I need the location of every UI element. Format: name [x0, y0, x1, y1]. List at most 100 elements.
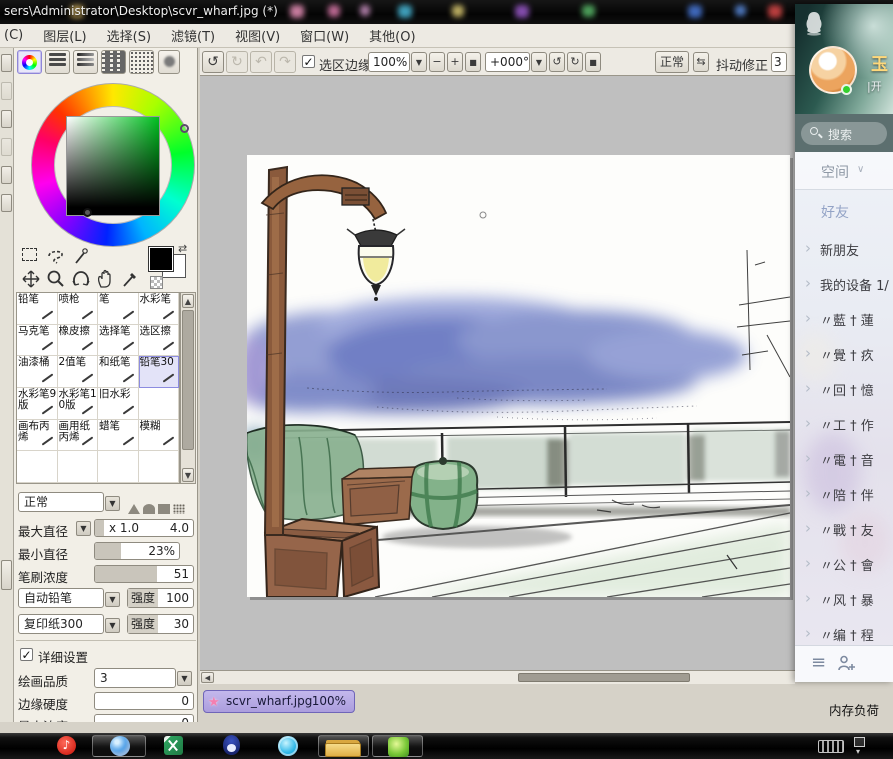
taskbar-music-icon[interactable]: ♪ [57, 736, 76, 755]
diameter-unit-button[interactable]: ▼ [76, 521, 91, 536]
taskbar-browser-button[interactable] [92, 735, 146, 757]
move-tool[interactable] [20, 269, 42, 289]
brush-item[interactable]: 马克笔 [17, 324, 58, 357]
dropdown-button[interactable]: ▼ [105, 496, 120, 511]
hsv-sliders-tab[interactable] [73, 50, 98, 74]
mini-panel-button[interactable] [1, 82, 12, 100]
qq-group[interactable]: › 我的设备 1/ [795, 267, 893, 302]
density-slider[interactable]: 51 [94, 565, 194, 583]
dropdown-button[interactable]: ▼ [177, 671, 192, 686]
brush-item[interactable]: 笔 [98, 293, 139, 325]
qq-group[interactable]: › 〃工 † 作 [795, 407, 893, 442]
dropdown-button[interactable]: ▼ [105, 592, 120, 607]
brush-item[interactable]: 油漆桶 [17, 356, 58, 388]
selection-edge-checkbox[interactable]: ✓ [302, 55, 315, 68]
texture1-strength[interactable]: 强度 100 [127, 588, 194, 608]
qq-group[interactable]: › 〃覺 † 疚 [795, 337, 893, 372]
scroll-up-button[interactable]: ▲ [182, 294, 194, 308]
edge-hardness-slider[interactable]: 0 [94, 692, 194, 710]
color-swatches-tab[interactable] [101, 50, 126, 74]
brush-item[interactable]: 2值笔 [57, 356, 98, 388]
zoom-dropdown-button[interactable]: ▼ [411, 52, 427, 72]
brush-item[interactable]: 蜡笔 [98, 419, 139, 452]
flip-canvas-button[interactable]: ⇆ [693, 52, 709, 72]
qq-group[interactable]: › 〃回 † 憶 [795, 372, 893, 407]
qq-group[interactable]: › 〃藍 † 蓮 [795, 302, 893, 337]
menu-item-filter[interactable]: 滤镜(T) [161, 24, 225, 47]
brush-slot-empty[interactable] [98, 451, 139, 483]
canvas-artwork[interactable] [235, 155, 791, 599]
zoom-tool[interactable] [45, 269, 67, 289]
rotate-reset-button[interactable]: ■ [585, 52, 601, 72]
undo-history-button[interactable]: ↶ [250, 51, 272, 73]
rotate-cw-button[interactable]: ↻ [567, 52, 583, 72]
qq-space-row[interactable]: 空间 ∨ [795, 152, 893, 190]
brush-item[interactable]: 水彩笔10版 [57, 387, 98, 420]
taskbar-media-icon[interactable] [278, 736, 298, 756]
eyedropper-tool[interactable] [120, 269, 142, 289]
main-menu-icon[interactable]: ≡ [811, 652, 826, 673]
zoom-in-button[interactable]: + [447, 52, 463, 72]
tray-caret-icon[interactable]: ▾ [856, 747, 860, 756]
zoom-reset-button[interactable]: ■ [465, 52, 481, 72]
sv-marker[interactable] [83, 208, 92, 217]
document-tab[interactable]: ★ scvr_wharf.jpg 100% [203, 690, 355, 713]
brush-item[interactable]: 旧水彩 [98, 387, 139, 420]
brush-slot-empty[interactable] [138, 387, 179, 420]
brush-blend-dropdown[interactable]: 正常 [18, 492, 104, 512]
canvas-horizontal-scrollbar[interactable]: ◀ [200, 670, 795, 684]
scroll-thumb[interactable] [518, 673, 690, 682]
foreground-color-swatch[interactable] [148, 246, 174, 272]
tray-window-icon[interactable] [854, 737, 865, 747]
quality-dropdown[interactable]: 3 [94, 668, 176, 688]
brush-slot-empty[interactable] [138, 451, 179, 483]
texture2-dropdown[interactable]: 复印纸300 [18, 614, 104, 634]
menu-item-window[interactable]: 窗口(W) [290, 24, 359, 47]
min-diameter-slider[interactable]: 23% [94, 542, 180, 560]
mini-panel-button[interactable] [1, 110, 12, 128]
mini-panel-button[interactable] [1, 194, 12, 212]
taskbar-explorer-button[interactable] [318, 735, 369, 757]
qq-group[interactable]: › 〃電 † 音 [795, 442, 893, 477]
redo-history-button[interactable]: ↷ [274, 51, 296, 73]
brush-item[interactable]: 铅笔 [17, 293, 58, 325]
hand-tool[interactable] [95, 269, 117, 289]
qq-group[interactable]: › 〃风 † 暴 [795, 582, 893, 617]
canvas-document[interactable] [235, 155, 791, 599]
angle-dropdown-button[interactable]: ▼ [531, 52, 547, 72]
saturation-value-square[interactable] [66, 116, 160, 216]
zoom-out-button[interactable]: − [429, 52, 445, 72]
hue-marker[interactable] [180, 124, 189, 133]
menu-item-cut[interactable]: (C) [0, 26, 33, 45]
custom-palette-tab[interactable] [129, 50, 154, 74]
taskbar-excel-icon[interactable] [164, 736, 183, 755]
menu-item-layer[interactable]: 图层(L) [33, 24, 96, 47]
qq-logo-icon[interactable] [803, 10, 825, 36]
brush-item[interactable]: 和纸笔 [98, 356, 139, 388]
detail-settings-checkbox[interactable]: ✓ [20, 648, 33, 661]
mini-panel-button[interactable] [1, 138, 12, 156]
rotate-ccw-button[interactable]: ↺ [549, 52, 565, 72]
tray-keyboard-icon[interactable] [818, 740, 844, 753]
brush-slot-empty[interactable] [57, 451, 98, 483]
rotate-view-tool[interactable] [70, 269, 92, 289]
texture1-dropdown[interactable]: 自动铅笔 [18, 588, 104, 608]
brush-scrollbar[interactable]: ▲ ▼ [180, 292, 196, 484]
panel-splitter[interactable] [1, 560, 12, 590]
transparent-color-icon[interactable] [150, 276, 163, 289]
jitter-correction-value[interactable]: 3 [771, 52, 787, 72]
brush-item[interactable]: 画布丙烯 [17, 419, 58, 452]
qq-group[interactable]: › 新朋友 [795, 232, 893, 267]
brush-item[interactable]: 画用纸丙烯 [57, 419, 98, 452]
blend-mode-button[interactable]: 正常 [655, 51, 689, 73]
brush-item-selected[interactable]: 铅笔30 [138, 356, 179, 388]
scratchpad-tab[interactable] [158, 50, 180, 74]
brush-item[interactable]: 水彩笔9版 [17, 387, 58, 420]
mini-panel-button[interactable] [1, 54, 12, 72]
qq-friends-tab[interactable]: 好友 [795, 190, 893, 232]
qq-group[interactable]: › 〃戰 † 友 [795, 512, 893, 547]
taskbar-sai-button[interactable] [372, 735, 423, 757]
scroll-thumb[interactable] [182, 310, 194, 450]
scroll-down-button[interactable]: ▼ [182, 468, 194, 482]
search-input[interactable]: 搜索 [801, 122, 887, 145]
